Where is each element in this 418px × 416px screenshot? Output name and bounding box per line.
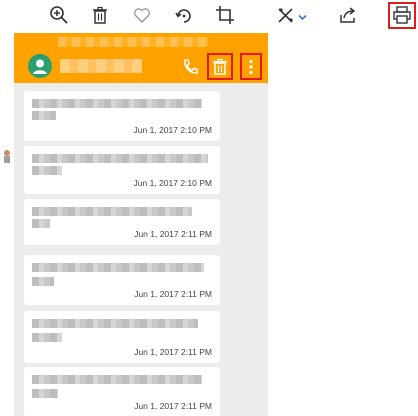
print-highlight-box xyxy=(388,2,416,29)
blurred-text xyxy=(32,277,54,286)
message-timestamp: Jun 1, 2017 2:11 PM xyxy=(134,229,212,239)
blurred-text xyxy=(32,263,204,272)
phone-screenshot: Jun 1, 2017 2:10 PM Jun 1, 2017 2:10 PM … xyxy=(14,33,268,416)
blurred-text xyxy=(32,154,208,163)
conversation-header xyxy=(14,51,268,83)
message-bubble[interactable]: Jun 1, 2017 2:10 PM xyxy=(24,146,220,194)
rotate-icon[interactable] xyxy=(173,4,195,26)
message-bubble[interactable]: Jun 1, 2017 2:11 PM xyxy=(24,311,220,363)
message-timestamp: Jun 1, 2017 2:10 PM xyxy=(133,178,212,188)
avatar-icon[interactable] xyxy=(28,54,52,78)
edit-tools-icon[interactable] xyxy=(275,4,297,26)
crop-icon[interactable] xyxy=(214,4,236,26)
blurred-text xyxy=(32,375,202,384)
blurred-text xyxy=(32,389,58,398)
status-bar-blurred xyxy=(58,37,208,47)
share-icon[interactable] xyxy=(337,4,359,26)
delete-highlight-box xyxy=(207,53,233,80)
phone-icon[interactable] xyxy=(180,57,200,77)
message-timestamp: Jun 1, 2017 2:11 PM xyxy=(134,289,212,299)
blurred-text xyxy=(32,111,56,120)
message-timestamp: Jun 1, 2017 2:10 PM xyxy=(133,125,212,135)
contact-name-blurred xyxy=(60,59,142,73)
blurred-text xyxy=(32,319,198,328)
image-viewer-toolbar xyxy=(0,0,418,30)
more-highlight-box xyxy=(240,53,262,80)
blurred-text xyxy=(32,219,50,228)
blurred-text xyxy=(32,333,62,342)
blurred-text xyxy=(32,166,62,175)
sender-thumbnail xyxy=(2,148,12,164)
message-bubble[interactable]: Jun 1, 2017 2:10 PM xyxy=(24,91,220,141)
message-bubble[interactable]: Jun 1, 2017 2:11 PM xyxy=(24,199,220,245)
chevron-down-icon[interactable] xyxy=(298,9,307,21)
status-bar xyxy=(14,33,268,51)
message-timestamp: Jun 1, 2017 2:11 PM xyxy=(134,401,212,411)
trash-icon[interactable] xyxy=(89,4,111,26)
blurred-text xyxy=(32,207,192,216)
message-bubble[interactable]: Jun 1, 2017 2:11 PM xyxy=(24,255,220,305)
zoom-in-icon[interactable] xyxy=(48,4,70,26)
message-timestamp: Jun 1, 2017 2:11 PM xyxy=(134,347,212,357)
heart-icon[interactable] xyxy=(131,4,153,26)
message-bubble[interactable]: Jun 1, 2017 2:11 PM xyxy=(24,367,220,416)
blurred-text xyxy=(32,99,202,108)
